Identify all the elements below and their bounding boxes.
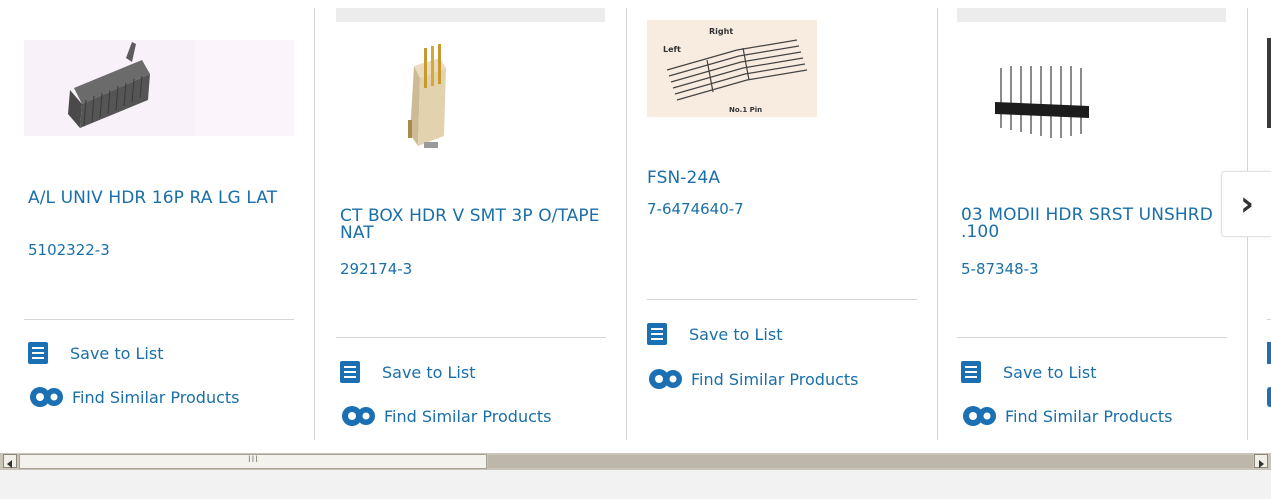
product-image[interactable] xyxy=(336,38,606,168)
save-to-list-button[interactable]: Save to List xyxy=(647,323,782,345)
card-separator xyxy=(336,337,606,338)
scroll-right-button[interactable] xyxy=(1254,454,1268,468)
scrollbar-grip: III xyxy=(248,455,259,465)
save-to-list-button[interactable]: Save to List xyxy=(340,361,475,383)
find-similar-label: Find Similar Products xyxy=(1005,406,1173,426)
find-similar-button[interactable]: Find Similar Products xyxy=(961,404,1173,428)
chevron-right-icon: › xyxy=(1239,184,1254,224)
triangle-left-icon xyxy=(7,460,12,468)
image-top-bar xyxy=(336,8,605,22)
find-similar-label: Find Similar Products xyxy=(691,369,859,389)
part-number-link[interactable]: 7-6474640-7 xyxy=(647,201,744,218)
carousel-next-button[interactable]: › xyxy=(1221,171,1271,237)
card-divider xyxy=(314,8,315,440)
ribbon-header-image xyxy=(24,40,194,136)
save-to-list-label: Save to List xyxy=(689,324,783,344)
save-to-list-button[interactable]: Save to List xyxy=(28,342,163,364)
product-image[interactable] xyxy=(24,40,294,136)
card-separator xyxy=(957,337,1227,338)
product-name-link[interactable]: 03 MODII HDR SRST UNSHRD .100 xyxy=(961,207,1221,241)
find-similar-button[interactable]: Find Similar Products xyxy=(28,385,240,409)
part-number-link[interactable]: 5102322-3 xyxy=(28,242,110,259)
footer-strip xyxy=(0,470,1271,499)
gears-icon xyxy=(649,369,682,389)
scroll-left-button[interactable] xyxy=(3,454,17,468)
image-top-bar xyxy=(957,8,1226,22)
part-number-link[interactable]: 5-87348-3 xyxy=(961,261,1039,278)
product-name-link[interactable]: A/L UNIV HDR 16P RA LG LAT xyxy=(28,190,288,207)
diagram-label-right: Right xyxy=(709,27,733,36)
gears-icon xyxy=(30,387,63,407)
card-separator xyxy=(1267,319,1271,320)
horizontal-scrollbar[interactable]: III xyxy=(0,453,1271,470)
product-card: CT BOX HDR V SMT 3P O/TAPE NAT 292174-3 … xyxy=(316,8,627,440)
checklist-icon xyxy=(28,342,48,364)
wire-diagram-image: Right Left No.1 Pin xyxy=(647,20,817,117)
diagram-label-pin: No.1 Pin xyxy=(729,106,762,114)
find-similar-label: Find Similar Products xyxy=(72,387,240,407)
checklist-icon xyxy=(340,361,360,383)
product-image[interactable]: Right Left No.1 Pin xyxy=(647,20,817,117)
find-similar-button[interactable]: Find Similar Products xyxy=(340,404,552,428)
box-header-image xyxy=(408,44,446,148)
checklist-icon xyxy=(961,361,981,383)
checklist-icon xyxy=(647,323,667,345)
product-name-link[interactable]: FSN-24A xyxy=(647,170,907,187)
pin-header-image xyxy=(995,66,1089,138)
product-image[interactable] xyxy=(957,38,1227,148)
product-card: Right Left No.1 Pin FSN-24A 7-6474640-7 … xyxy=(627,8,938,440)
save-to-list-button[interactable]: Save to List xyxy=(961,361,1096,383)
gears-icon xyxy=(963,406,996,426)
scrollbar-thumb[interactable]: III xyxy=(19,454,487,469)
product-name-link[interactable]: CT BOX HDR V SMT 3P O/TAPE NAT xyxy=(340,208,600,242)
product-carousel: A/L UNIV HDR 16P RA LG LAT 5102322-3 Sav… xyxy=(0,0,1271,447)
triangle-right-icon xyxy=(1259,460,1264,468)
product-image[interactable] xyxy=(1267,38,1271,128)
part-number-link[interactable]: 292174-3 xyxy=(340,261,412,278)
card-separator xyxy=(647,299,917,300)
checklist-icon[interactable] xyxy=(1267,342,1271,364)
product-card: 03 MODII HDR SRST UNSHRD .100 5-87348-3 … xyxy=(937,8,1248,440)
gears-icon[interactable] xyxy=(1267,387,1271,407)
save-to-list-label: Save to List xyxy=(70,343,164,363)
gears-icon xyxy=(342,406,375,426)
find-similar-button[interactable]: Find Similar Products xyxy=(647,367,859,391)
save-to-list-label: Save to List xyxy=(382,362,476,382)
product-card: A/L UNIV HDR 16P RA LG LAT 5102322-3 Sav… xyxy=(4,8,315,440)
card-separator xyxy=(24,319,294,320)
find-similar-label: Find Similar Products xyxy=(384,406,552,426)
save-to-list-label: Save to List xyxy=(1003,362,1097,382)
diagram-label-left: Left xyxy=(663,45,681,54)
scrollbar-track[interactable] xyxy=(488,455,1253,468)
